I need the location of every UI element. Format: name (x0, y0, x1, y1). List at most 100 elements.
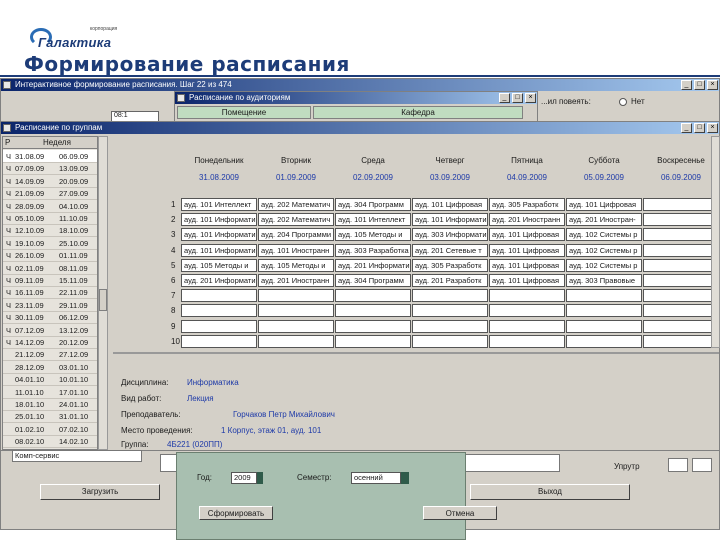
schedule-cell[interactable] (181, 304, 257, 318)
semester-dropdown-icon[interactable] (401, 472, 409, 484)
year-input[interactable]: 2009 (231, 472, 257, 484)
week-row[interactable]: Ч 07.09.09 13.09.09 (3, 162, 97, 176)
schedule-cell[interactable]: ауд. 102 Системы р (566, 258, 642, 272)
cancel-button[interactable]: Отмена (423, 506, 497, 520)
schedule-cell[interactable]: ауд. 101 Цифровая (566, 198, 642, 211)
scroll-thumb[interactable] (99, 289, 107, 311)
schedule-cell[interactable]: ауд. 201 Иностран- (566, 213, 642, 227)
schedule-cell[interactable] (566, 319, 642, 333)
schedule-cell[interactable] (566, 334, 642, 348)
schedule-cell[interactable]: ауд. 305 Разработк (412, 258, 488, 272)
schedule-cell[interactable]: ауд. 101 Интеллект (335, 213, 411, 227)
minimize-button[interactable]: _ (681, 80, 692, 90)
week-row[interactable]: Ч 31.08.09 06.09.09 (3, 150, 97, 163)
schedule-cell[interactable] (181, 319, 257, 333)
interactive-window-titlebar[interactable]: Интерактивное формирование расписания. Ш… (1, 79, 719, 91)
schedule-cell[interactable] (489, 319, 565, 333)
schedule-cell[interactable]: ауд. 105 Методы и (181, 258, 257, 272)
year-spinner-icon[interactable] (257, 472, 263, 484)
week-row[interactable]: 25.01.10 31.01.10 (3, 410, 97, 424)
week-row[interactable]: Ч 09.11.09 15.11.09 (3, 274, 97, 287)
semester-select[interactable]: осенний (351, 472, 401, 484)
schedule-cell[interactable]: ауд. 101 Цифровая (489, 243, 565, 257)
schedule-cell[interactable]: ауд. 105 Методы и (258, 258, 334, 272)
schedule-cell[interactable]: ауд. 101 Цифровая (489, 258, 565, 272)
week-row[interactable]: 04.01.10 10.01.10 (3, 373, 97, 387)
schedule-cell[interactable]: ауд. 101 Информати (181, 228, 257, 242)
schedule-cell[interactable]: ауд. 303 Разработка (335, 243, 411, 257)
schedule-cell[interactable] (258, 319, 334, 333)
schedule-cell[interactable]: ауд. 101 Информати (181, 213, 257, 227)
schedule-cell[interactable] (489, 334, 565, 348)
schedule-cell[interactable] (489, 304, 565, 318)
close-button[interactable]: × (707, 80, 718, 90)
schedule-cell[interactable]: ауд. 304 Программ (335, 274, 411, 287)
schedule-cell[interactable] (412, 304, 488, 318)
schedule-cell[interactable] (181, 334, 257, 348)
week-row[interactable]: 08.02.10 14.02.10 (3, 435, 97, 449)
week-list-scrollbar[interactable] (98, 136, 108, 450)
week-row[interactable]: Ч 28.09.09 04.10.09 (3, 200, 97, 213)
tab-room[interactable]: Помещение (177, 106, 311, 119)
schedule-cell[interactable]: ауд. 201 Сетевые т (412, 243, 488, 257)
group-window-titlebar[interactable]: Расписание по группам _ □ × (1, 122, 719, 134)
schedule-cell[interactable]: ауд. 202 Математич (258, 213, 334, 227)
week-row[interactable]: Ч 30.11.09 06.12.09 (3, 311, 97, 325)
week-row[interactable]: Ч 26.10.09 01.11.09 (3, 249, 97, 263)
week-row[interactable]: 21.12.09 27.12.09 (3, 348, 97, 362)
schedule-cell[interactable]: ауд. 101 Информати (412, 213, 488, 227)
schedule-cell[interactable] (412, 334, 488, 348)
schedule-cell[interactable] (335, 289, 411, 303)
schedule-cell[interactable] (412, 289, 488, 303)
schedule-cell[interactable] (335, 334, 411, 348)
week-row[interactable]: Ч 16.11.09 22.11.09 (3, 286, 97, 300)
week-row[interactable]: Ч 21.09.09 27.09.09 (3, 187, 97, 201)
schedule-cell[interactable] (643, 198, 719, 211)
schedule-cell[interactable]: ауд. 201 Иностранн (489, 213, 565, 227)
week-row[interactable]: Ч 07.12.09 13.12.09 (3, 324, 97, 337)
schedule-cell[interactable] (643, 274, 719, 287)
schedule-cell[interactable]: ауд. 304 Программ (335, 198, 411, 211)
schedule-cell[interactable]: ауд. 201 Информати (335, 258, 411, 272)
close-button[interactable]: × (525, 93, 536, 103)
schedule-cell[interactable]: ауд. 204 Программи (258, 228, 334, 242)
form-button[interactable]: Сформировать (199, 506, 273, 520)
week-row[interactable]: Ч 14.09.09 20.09.09 (3, 175, 97, 188)
room-window-titlebar[interactable]: Расписание по аудиториям _ □ × (175, 92, 537, 104)
maximize-button[interactable]: □ (512, 93, 523, 103)
schedule-cell[interactable] (643, 228, 719, 242)
load-button[interactable]: Загрузить (40, 484, 160, 500)
schedule-cell[interactable] (566, 304, 642, 318)
schedule-cell[interactable]: ауд. 201 Иностранн (258, 274, 334, 287)
maximize-button[interactable]: □ (694, 123, 705, 133)
exit-button[interactable]: Выход (470, 484, 630, 500)
schedule-cell[interactable] (643, 289, 719, 303)
week-row[interactable]: Ч 05.10.09 11.10.09 (3, 212, 97, 225)
bottom-field[interactable]: Комп-сервис (12, 450, 142, 462)
minimize-button[interactable]: _ (499, 93, 510, 103)
schedule-cell[interactable]: ауд. 102 Системы р (566, 243, 642, 257)
schedule-cell[interactable] (258, 334, 334, 348)
bottom-small-field-2[interactable] (692, 458, 712, 472)
week-row[interactable]: Ч 19.10.09 25.10.09 (3, 237, 97, 250)
schedule-cell[interactable] (258, 289, 334, 303)
schedule-cell[interactable] (181, 289, 257, 303)
tab-department[interactable]: Кафедра (313, 106, 523, 119)
week-list[interactable]: Р Неделя Ч 31.08.09 06.09.09 Ч 07.09.09 13.09… (2, 136, 98, 450)
schedule-cell[interactable]: ауд. 305 Разработк (489, 198, 565, 211)
schedule-cell[interactable] (258, 304, 334, 318)
week-row[interactable]: Ч 23.11.09 29.11.09 (3, 299, 97, 312)
schedule-cell[interactable]: ауд. 102 Системы р (566, 228, 642, 242)
schedule-cell[interactable] (643, 213, 719, 227)
week-row[interactable]: Ч 02.11.09 08.11.09 (3, 262, 97, 275)
schedule-cell[interactable]: ауд. 101 Информати (181, 243, 257, 257)
grid-scrollbar[interactable] (711, 136, 720, 348)
week-row[interactable]: 28.12.09 03.01.10 (3, 361, 97, 374)
schedule-cell[interactable] (489, 289, 565, 303)
schedule-cell[interactable]: ауд. 303 Информати (412, 228, 488, 242)
schedule-cell[interactable]: ауд. 202 Математич (258, 198, 334, 211)
schedule-cell[interactable]: ауд. 101 Цифровая (412, 198, 488, 211)
week-row[interactable]: 01.02.10 07.02.10 (3, 423, 97, 436)
minimize-button[interactable]: _ (681, 123, 692, 133)
schedule-cell[interactable] (643, 334, 719, 348)
